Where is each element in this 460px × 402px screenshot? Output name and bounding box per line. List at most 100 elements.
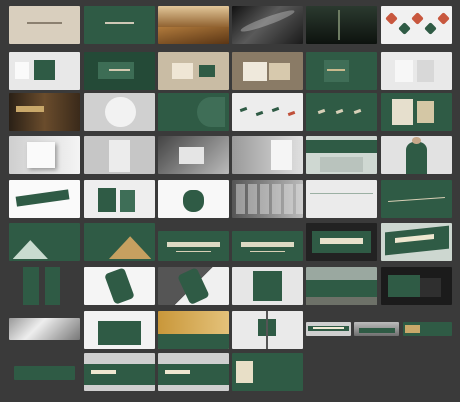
green-mountain-banner-1-shape-0 [12, 240, 49, 260]
shopping-bags-mockup-shape-1 [119, 189, 136, 213]
green-flag-banner [381, 223, 452, 261]
glass-facade-photo-shape-0 [236, 183, 245, 215]
long-banner-left-shape-0 [235, 360, 254, 384]
outdoor-billboard-shape-1 [312, 327, 345, 329]
green-headline-banner-2-shape-0 [240, 241, 295, 247]
green-pattern-panel [158, 93, 229, 131]
bird-icons-green-shape-0 [317, 108, 326, 115]
green-card-dark-mockup [381, 267, 452, 305]
doorway-mockup-shape-0 [108, 139, 131, 173]
gate-sign-mockup-shape-0 [253, 270, 282, 302]
green-awning-photo-shape-1 [320, 156, 363, 173]
bird-icons-sheet-shape-1 [255, 111, 264, 117]
ink-brush-photo-shape-0 [239, 7, 296, 35]
glass-facade-photo-shape-3 [272, 183, 281, 215]
white-box-mockup-shape-0 [26, 141, 56, 169]
book-cover-mockup-shape-1 [416, 100, 435, 124]
green-headline-banner-1-shape-0 [166, 241, 221, 247]
beige-stationery-mockup [158, 52, 229, 90]
book-cover-mockup-shape-0 [391, 98, 413, 126]
paper-bag-mockup [381, 52, 452, 90]
green-headline-banner-2 [232, 231, 303, 261]
bird-icons-green-shape-1 [335, 108, 344, 115]
glass-facade-photo [232, 180, 303, 218]
small-banner-1 [403, 322, 452, 336]
dark-screen-mockup [306, 223, 377, 261]
green-folder-mockup-shape-1 [327, 69, 346, 72]
street-hoarding-2 [84, 353, 155, 391]
construction-fence-photo [306, 267, 377, 305]
ticket-mockup-shape-0 [15, 189, 70, 207]
ink-brush-photo [232, 6, 303, 44]
round-plate-mockup [84, 93, 155, 131]
envelope-mockup [84, 52, 155, 90]
gray-panel-mockup [232, 136, 303, 174]
cover-beige-logo [9, 6, 80, 44]
ornament-pattern-sheet-shape-4 [437, 11, 450, 25]
green-card-dark-mockup-shape-0 [388, 274, 421, 298]
bird-icons-green [306, 93, 377, 131]
glass-facade-photo-shape-5 [296, 183, 303, 215]
night-street-photo-shape-0 [337, 9, 340, 41]
staff-uniform-photo-shape-1 [412, 136, 421, 144]
glass-facade-photo-shape-2 [260, 183, 269, 215]
ticket-mockup [9, 180, 80, 218]
drawstring-pouch-mockup-shape-0 [182, 189, 205, 213]
green-card-dark-mockup-shape-1 [420, 278, 442, 298]
gray-box-mockup [158, 136, 229, 174]
green-pattern-panel-shape-0 [197, 96, 226, 128]
metal-texture-photo [9, 318, 80, 340]
green-mountain-banner-1 [9, 223, 80, 261]
green-tote-mockup [84, 311, 155, 349]
street-hoarding-2-shape-0 [84, 364, 155, 386]
doorway-mockup [84, 136, 155, 174]
bird-icons-sheet-shape-2 [271, 107, 280, 113]
book-cover-mockup [381, 93, 452, 131]
white-box-mockup [9, 136, 80, 174]
outdoor-billboard [306, 322, 351, 336]
bird-icons-green-shape-2 [353, 108, 362, 115]
gold-billboard-strip-shape-0 [158, 333, 229, 349]
paper-bag-mockup-shape-1 [416, 59, 435, 83]
white-wall-panel-shape-0 [309, 193, 374, 195]
ornament-pattern-sheet [381, 6, 452, 44]
cover-beige-logo-shape-0 [26, 21, 63, 24]
green-mountain-line [381, 180, 452, 218]
logo-card-mockup-shape-1 [14, 61, 29, 79]
shopping-bags-mockup-shape-0 [98, 187, 116, 213]
dark-screen-mockup-shape-1 [320, 238, 363, 244]
phone-mockup-diagonal-shape-0 [177, 267, 210, 305]
phone-mockup-light-shape-0 [103, 267, 136, 305]
phone-mockup-light [84, 267, 155, 305]
phone-mockup-diagonal [158, 267, 229, 305]
roll-up-banner-pair-shape-0 [23, 267, 39, 305]
lamp-pole-banner-shape-1 [257, 318, 267, 336]
beige-stationery-mockup-shape-1 [199, 65, 215, 77]
white-wall-panel [306, 180, 377, 218]
logo-card-mockup-shape-0 [33, 59, 56, 81]
moodboard-grid [0, 0, 460, 402]
wood-wall-sign-photo [9, 93, 80, 131]
green-awning-photo [306, 136, 377, 174]
drawstring-pouch-mockup [158, 180, 229, 218]
bird-icons-sheet-shape-0 [239, 107, 248, 113]
building-billboard-shape-0 [358, 328, 395, 334]
shopping-bags-mockup [84, 180, 155, 218]
wood-wall-sign-photo-shape-0 [16, 106, 45, 112]
golden-mountain-photo [158, 6, 229, 44]
green-awning-photo-shape-0 [306, 139, 377, 154]
green-tote-mockup-shape-0 [98, 320, 141, 346]
long-banner-1 [14, 366, 75, 380]
ornament-pattern-sheet-shape-2 [411, 11, 424, 25]
box-packaging-mockup-shape-0 [242, 61, 268, 81]
gray-box-mockup-shape-0 [179, 147, 205, 165]
green-mountain-banner-2 [84, 223, 155, 261]
cover-green-logo [84, 6, 155, 44]
building-billboard [354, 322, 399, 336]
glass-facade-photo-shape-1 [248, 183, 257, 215]
construction-fence-photo-shape-1 [306, 297, 377, 305]
cover-green-logo-shape-0 [105, 21, 134, 24]
bird-icons-sheet [232, 93, 303, 131]
construction-fence-photo-shape-0 [306, 280, 377, 298]
bird-icons-sheet-shape-3 [287, 111, 296, 117]
